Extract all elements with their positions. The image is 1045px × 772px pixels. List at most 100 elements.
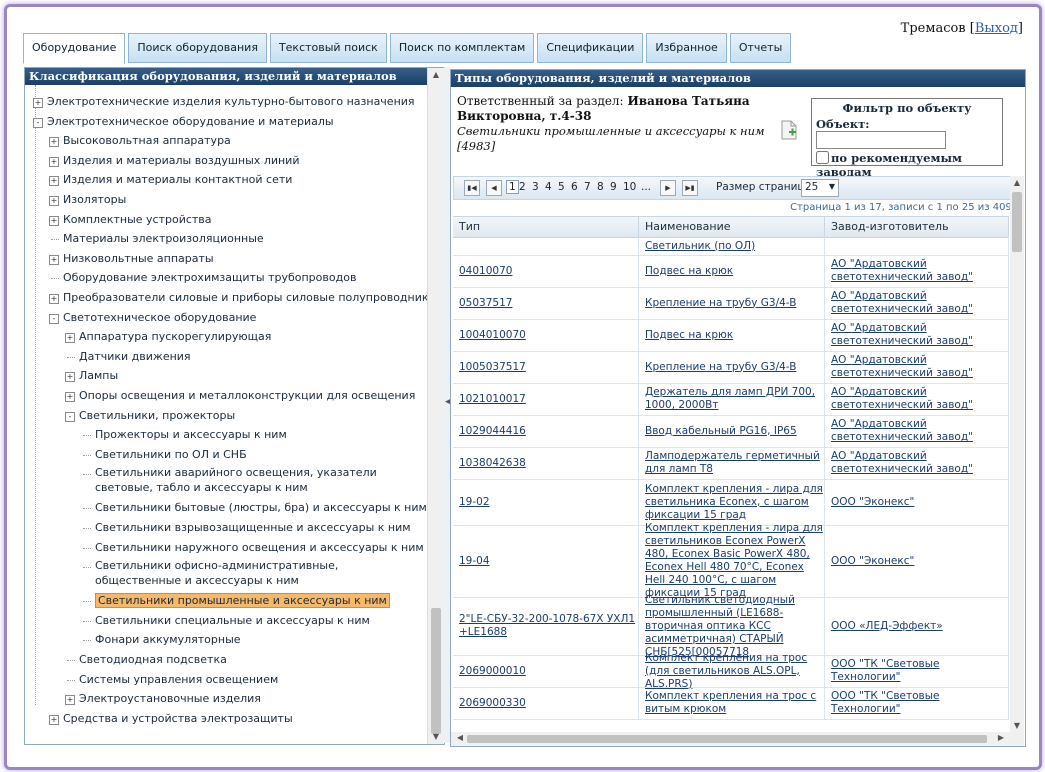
table-row[interactable]: 1004010070 Подвес на крюк АО "Ардатовский … bbox=[453, 319, 1009, 352]
page-number-link[interactable]: 6 bbox=[571, 181, 578, 193]
cell-type[interactable]: 1021010017 bbox=[453, 383, 639, 415]
page-number-link[interactable]: 2 bbox=[519, 181, 526, 193]
cell-type[interactable]: 1029044416 bbox=[453, 415, 639, 447]
tab-1[interactable]: Поиск оборудования bbox=[128, 33, 267, 63]
table-row[interactable]: 2069000010 Комплект крепления на трос (дл… bbox=[453, 652, 1009, 690]
tree-item[interactable]: + Аппаратура пускорегулирующая bbox=[65, 328, 271, 346]
table-row[interactable]: 05037517 Крепление на трубу G3/4-B АО "Ард… bbox=[453, 287, 1009, 320]
expand-icon[interactable]: + bbox=[65, 372, 75, 383]
table-row[interactable]: 2069000330 Комплект крепления на трос с в… bbox=[453, 687, 1009, 720]
cell-type[interactable]: 19-02 bbox=[453, 479, 639, 525]
grid-vertical-scrollbar[interactable]: ▲ ▼ bbox=[1010, 176, 1024, 746]
first-page-button[interactable]: ▮◀ bbox=[464, 180, 480, 196]
tab-0[interactable]: Оборудование bbox=[23, 33, 126, 64]
cell-name[interactable]: Подвес на крюк bbox=[639, 255, 825, 287]
cell-type[interactable]: 04010070 bbox=[453, 255, 639, 287]
page-number-link[interactable]: 9 bbox=[610, 181, 617, 193]
page-number-link[interactable]: 1 bbox=[506, 180, 519, 194]
expand-icon[interactable]: + bbox=[65, 695, 75, 706]
expand-icon[interactable]: + bbox=[49, 176, 59, 187]
prev-page-button[interactable]: ◀ bbox=[486, 180, 502, 196]
tree-item[interactable]: - Светильники, прожекторы bbox=[65, 407, 235, 425]
cell-type[interactable]: 1005037517 bbox=[453, 351, 639, 383]
tree-item[interactable]: Системы управления освещением bbox=[67, 671, 278, 689]
logout-link[interactable]: Выход bbox=[975, 21, 1018, 36]
cell-name[interactable]: Подвес на крюк bbox=[639, 319, 825, 351]
expand-icon[interactable]: + bbox=[49, 714, 59, 725]
last-page-button[interactable]: ▶▮ bbox=[682, 180, 698, 196]
tree-item[interactable]: + Высоковольтная аппаратура bbox=[49, 132, 231, 150]
cell-name[interactable]: Комплект крепления - лира для светильник… bbox=[639, 522, 825, 599]
table-row[interactable]: 1005037517 Крепление на трубу G3/4-B АО "А… bbox=[453, 351, 1009, 384]
tab-4[interactable]: Спецификации bbox=[537, 33, 644, 63]
next-page-button[interactable]: ▶ bbox=[660, 180, 676, 196]
scroll-left-icon[interactable]: ◀ bbox=[453, 733, 467, 742]
expand-icon[interactable]: + bbox=[65, 392, 75, 402]
tree-item[interactable]: Светильники наружного освещения и аксесс… bbox=[83, 539, 424, 557]
tab-5[interactable]: Избранное bbox=[646, 33, 727, 63]
table-row[interactable]: 04010070 Подвес на крюк АО "Ардатовский св… bbox=[453, 255, 1009, 288]
cell-name[interactable]: Комплект крепления - лира для светильник… bbox=[639, 479, 825, 525]
cell-maker[interactable]: ООО "Эконекс" bbox=[825, 525, 1009, 597]
expand-icon[interactable]: + bbox=[49, 215, 59, 226]
tree-item[interactable]: Фонари аккумуляторные bbox=[83, 631, 241, 649]
grid-scroll-thumb[interactable] bbox=[1012, 192, 1022, 252]
page-number-link[interactable]: 5 bbox=[558, 181, 565, 193]
table-row[interactable]: 1038042638 Ламподержатель герметичный для… bbox=[453, 447, 1009, 480]
cell-type[interactable]: 1038042638 bbox=[453, 447, 639, 479]
cell-maker[interactable]: АО "Ардатовский светотехнический завод" bbox=[825, 383, 1009, 415]
tree-scroll-thumb[interactable] bbox=[431, 608, 441, 734]
recommended-plants-checkbox[interactable] bbox=[816, 151, 829, 164]
tree-item[interactable]: + Электротехнические изделия культурно-бы… bbox=[33, 93, 415, 111]
cell-maker[interactable]: АО "Ардатовский светотехнический завод" bbox=[825, 319, 1009, 351]
table-row[interactable]: 1029044416 Ввод кабельный PG16, IP65 АО "А… bbox=[453, 415, 1009, 448]
cell-type[interactable]: 05037517 bbox=[453, 287, 639, 319]
cell-maker[interactable]: АО "Ардатовский светотехнический завод" bbox=[825, 415, 1009, 447]
expand-icon[interactable]: + bbox=[49, 254, 59, 265]
page-number-link[interactable]: 7 bbox=[584, 181, 591, 193]
expand-icon[interactable]: + bbox=[49, 294, 59, 304]
scroll-right-icon[interactable]: ▶ bbox=[994, 733, 1008, 742]
cell-maker[interactable]: АО "Ардатовский светотехнический завод" bbox=[825, 447, 1009, 479]
page-number-link[interactable]: 3 bbox=[532, 181, 539, 193]
tree-item[interactable]: Материалы электроизоляционные bbox=[51, 230, 264, 248]
tree-item[interactable]: + Средства и устройства электрозащиты bbox=[49, 710, 293, 728]
tree-item[interactable]: Светильники взрывозащищенные и аксессуар… bbox=[83, 519, 411, 537]
tree-item[interactable]: - Светотехническое оборудование bbox=[49, 309, 256, 327]
cell-name[interactable]: Светильник (по ОЛ) bbox=[639, 237, 825, 255]
collapse-icon[interactable]: - bbox=[49, 313, 59, 324]
table-row[interactable]: 1021010017 Держатель для ламп ДРИ 700, 10… bbox=[453, 383, 1009, 416]
page-number-link[interactable]: 10 bbox=[623, 181, 636, 193]
tree-item[interactable]: + Низковольтные аппараты bbox=[49, 250, 214, 268]
cell-name[interactable]: Комплект крепления на трос (для светильн… bbox=[639, 652, 825, 690]
scroll-down-icon[interactable]: ▼ bbox=[1010, 721, 1024, 730]
collapse-icon[interactable]: - bbox=[33, 117, 43, 128]
tree-item[interactable]: + Опоры освещения и металлоконструкции дл… bbox=[65, 387, 415, 405]
page-size-select[interactable]: 25 ▼ bbox=[801, 179, 839, 197]
tree-item[interactable]: + Электроустановочные изделия bbox=[65, 690, 261, 708]
cell-maker[interactable]: ООО "ТК "Световые Технологии" bbox=[825, 687, 1009, 719]
cell-type[interactable]: 19-04 bbox=[453, 525, 639, 597]
tab-3[interactable]: Поиск по комплектам bbox=[389, 33, 535, 63]
tree-item[interactable]: Оборудование электрохимзащиты трубопрово… bbox=[51, 269, 356, 287]
tab-6[interactable]: Отчеты bbox=[729, 33, 792, 63]
tree-vertical-scrollbar[interactable]: ▲ ▼ bbox=[427, 68, 444, 744]
tree-item[interactable]: Датчики движения bbox=[67, 348, 191, 366]
cell-name[interactable]: Ввод кабельный PG16, IP65 bbox=[639, 415, 825, 447]
add-document-icon[interactable] bbox=[781, 120, 797, 140]
cell-type[interactable]: 2069000010 bbox=[453, 655, 639, 687]
tree-item[interactable]: Светодиодная подсветка bbox=[67, 651, 227, 669]
tree-item[interactable]: Светильники специальные и аксессуары к н… bbox=[83, 612, 370, 630]
tree-item[interactable]: + Комплектные устройства bbox=[49, 211, 212, 229]
tree-item[interactable]: + Изоляторы bbox=[49, 191, 126, 209]
tree-item[interactable]: Светильники промышленные и аксессуары к … bbox=[83, 592, 390, 610]
tree-item[interactable]: Светильники офисно-административные, общ… bbox=[83, 558, 421, 588]
tree-item[interactable]: Светильники по ОЛ и СНБ bbox=[83, 446, 247, 464]
tab-2[interactable]: Текстовый поиск bbox=[269, 33, 387, 63]
grid-horizontal-scrollbar[interactable]: ◀ ▶ bbox=[451, 732, 1010, 746]
tree-item[interactable]: + Лампы bbox=[65, 367, 118, 385]
tree-item[interactable]: Прожекторы и аксессуары к ним bbox=[83, 426, 287, 444]
page-number-link[interactable]: ... bbox=[641, 181, 651, 193]
table-row[interactable]: Светильник (по ОЛ) bbox=[453, 237, 1009, 256]
page-number-link[interactable]: 8 bbox=[597, 181, 604, 193]
